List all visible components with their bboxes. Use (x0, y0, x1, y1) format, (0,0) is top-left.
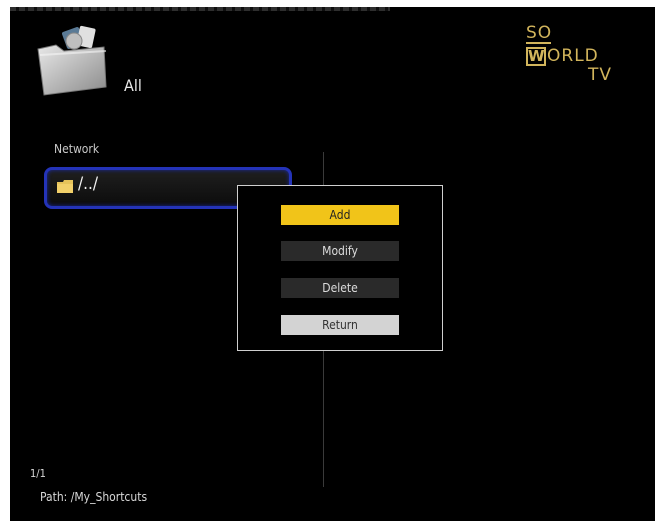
logo-text-w: W (526, 47, 546, 66)
logo-text-tv: TV (588, 65, 613, 85)
category-label: All (124, 76, 142, 95)
soworld-tv-logo: SO W ORLD TV (526, 25, 616, 87)
add-button[interactable]: Add (281, 205, 399, 225)
section-label: Network (54, 142, 100, 156)
return-button[interactable]: Return (281, 315, 399, 335)
folder-category-icon (37, 25, 107, 96)
delete-button[interactable]: Delete (281, 278, 399, 298)
path-label: Path: /My_Shortcuts (40, 490, 148, 504)
modify-button[interactable]: Modify (281, 241, 399, 261)
options-menu: Add Modify Delete Return (237, 185, 443, 351)
media-player-screen: All SO W ORLD TV Network /../ Add Modify… (10, 7, 655, 521)
folder-icon (57, 180, 73, 193)
top-edge-artifact (10, 7, 390, 11)
list-item-label: /../ (78, 174, 99, 194)
logo-text-orld: ORLD (547, 46, 599, 66)
page-indicator: 1/1 (30, 467, 46, 480)
logo-text-so: SO (526, 23, 553, 44)
